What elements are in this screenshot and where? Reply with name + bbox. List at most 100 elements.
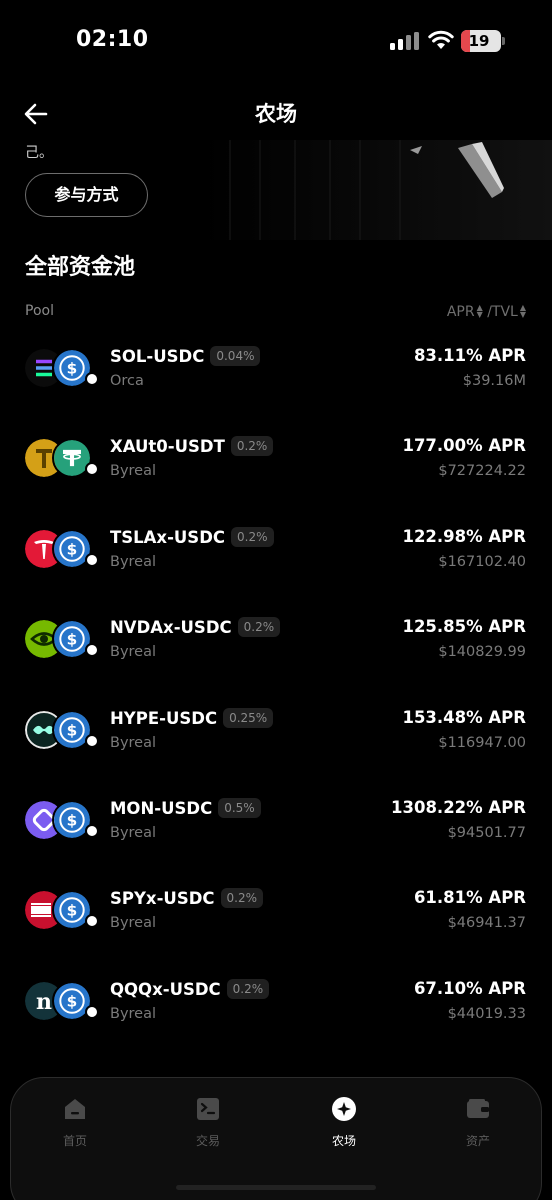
token-pair-icon: $ — [25, 528, 101, 572]
fee-badge: 0.2% — [237, 617, 281, 638]
page-title: 农场 — [255, 102, 297, 126]
nav-label: 农场 — [331, 1134, 356, 1148]
svg-text:$: $ — [67, 631, 78, 649]
pool-apr: 125.85% APR — [402, 617, 526, 637]
battery-icon: 19 — [461, 30, 501, 52]
source-badge — [85, 372, 99, 386]
svg-text:$: $ — [67, 811, 78, 829]
nav-item-assets[interactable]: 资产 — [428, 1096, 528, 1149]
pool-name: NVDAx-USDC 0.2% — [110, 617, 281, 638]
fee-badge: 0.2% — [220, 888, 264, 909]
source-badge — [85, 1004, 99, 1019]
fee-badge: 0.5% — [218, 797, 261, 818]
svg-text:$: $ — [67, 992, 78, 1010]
battery-level: 19 — [468, 32, 490, 50]
pool-row[interactable]: $ HYPE-USDC 0.25% Byreal 153.48% APR $116… — [0, 692, 552, 782]
pool-row[interactable]: XAUt0-USDT 0.2% Byreal 177.00% APR $72722… — [0, 420, 552, 510]
pool-name: SPYx-USDC 0.2% — [110, 888, 264, 909]
svg-text:$: $ — [67, 359, 78, 377]
pool-apr: 122.98% APR — [402, 526, 526, 546]
source-badge — [85, 462, 99, 477]
pool-name: HYPE-USDC 0.25% — [110, 707, 274, 728]
svg-text:$: $ — [67, 540, 78, 558]
sort-arrows-icon: ▲ ▼ — [519, 303, 526, 319]
pool-tvl: $39.16M — [462, 373, 526, 389]
section-title: 全部资金池 — [25, 255, 136, 280]
token-pair-icon: $ — [25, 618, 101, 662]
pool-tvl: $116947.00 — [438, 734, 526, 751]
token-pair-icon: $ — [25, 889, 101, 933]
nav-item-farm[interactable]: 农场 — [294, 1096, 394, 1149]
source-badge — [85, 643, 99, 658]
bottom-nav: 首页 交易 农场 资产 — [10, 1077, 542, 1200]
pool-apr: 67.10% APR — [413, 978, 526, 998]
token-pair-icon: $ — [25, 709, 101, 753]
pool-source: Byreal — [110, 1005, 157, 1022]
pool-source: Orca — [110, 373, 144, 389]
fee-badge: 0.2% — [230, 436, 274, 457]
pool-name: SOL-USDC 0.04% — [110, 346, 261, 366]
home-icon — [65, 1099, 85, 1119]
trade-icon — [197, 1098, 219, 1120]
pool-apr: 83.11% APR — [413, 346, 526, 365]
fee-badge: 0.04% — [210, 346, 261, 366]
pool-tvl: $140829.99 — [438, 644, 526, 661]
source-badge — [85, 914, 99, 929]
pool-tvl: $44019.33 — [447, 1005, 526, 1022]
pool-tvl: $167102.40 — [438, 553, 526, 570]
pool-name: TSLAx-USDC 0.2% — [110, 526, 274, 547]
nav-item-trade[interactable]: 交易 — [158, 1096, 258, 1149]
wallet-icon — [467, 1099, 489, 1118]
pool-row[interactable]: $ SPYx-USDC 0.2% Byreal 61.81% APR $46941… — [0, 872, 552, 962]
source-badge — [85, 733, 99, 748]
home-indicator — [176, 1185, 376, 1190]
source-badge — [85, 823, 99, 838]
banner-illustration — [200, 140, 552, 240]
pool-tvl: $94501.77 — [447, 824, 526, 841]
pool-tvl: $727224.22 — [438, 463, 526, 480]
pool-source: Byreal — [110, 463, 157, 480]
svg-text:$: $ — [67, 902, 78, 920]
pool-name: QQQx-USDC 0.2% — [110, 978, 270, 999]
source-badge — [85, 552, 99, 567]
pool-name: MON-USDC 0.5% — [110, 797, 261, 818]
column-header-pool: Pool — [25, 303, 54, 319]
cellular-signal-icon — [390, 32, 422, 50]
pool-row[interactable]: $ SOL-USDC 0.04% Orca 83.11% APR $39.16M — [0, 330, 552, 420]
pool-source: Byreal — [110, 553, 157, 570]
svg-text:n: n — [36, 989, 52, 1015]
token-pair-icon: n $ — [25, 980, 101, 1024]
farm-icon — [332, 1097, 356, 1121]
svg-text:$: $ — [67, 721, 78, 739]
token-pair-icon: $ — [25, 799, 101, 843]
nav-label: 资产 — [465, 1134, 490, 1148]
pool-source: Byreal — [110, 734, 157, 751]
status-bar: 02:10 19 — [0, 0, 552, 82]
nav-label: 交易 — [195, 1134, 220, 1148]
token-pair-icon: $ — [25, 347, 101, 391]
fee-badge: 0.25% — [223, 707, 274, 728]
pool-source: Byreal — [110, 824, 157, 841]
pool-apr: 153.48% APR — [402, 707, 526, 727]
wifi-icon — [428, 30, 454, 49]
pool-source: Byreal — [110, 644, 157, 661]
token-pair-icon — [25, 437, 101, 481]
sort-tvl[interactable]: /TVL — [487, 304, 518, 320]
sort-controls[interactable]: APR ▲ ▼ /TVL ▲ ▼ — [447, 303, 526, 321]
pool-source: Byreal — [110, 915, 157, 932]
banner-text: 己。 — [25, 145, 53, 161]
pool-list: $ SOL-USDC 0.04% Orca 83.11% APR $39.16M … — [0, 330, 552, 1053]
status-time: 02:10 — [76, 27, 149, 52]
sort-arrows-icon: ▲ ▼ — [476, 303, 483, 319]
fee-badge: 0.2% — [226, 978, 270, 999]
pool-row[interactable]: $ MON-USDC 0.5% Byreal 1308.22% APR $9450… — [0, 782, 552, 872]
pool-apr: 61.81% APR — [413, 888, 526, 908]
fee-badge: 0.2% — [231, 526, 274, 547]
pool-row[interactable]: $ TSLAx-USDC 0.2% Byreal 122.98% APR $167… — [0, 511, 552, 601]
pool-row[interactable]: $ NVDAx-USDC 0.2% Byreal 125.85% APR $140… — [0, 601, 552, 691]
pool-name: XAUt0-USDT 0.2% — [110, 436, 274, 457]
pool-row[interactable]: n $ QQQx-USDC 0.2% Byreal 67.10% APR $440… — [0, 963, 552, 1053]
participate-button[interactable]: 参与方式 — [25, 173, 148, 217]
nav-item-home[interactable]: 首页 — [25, 1096, 125, 1149]
sort-apr[interactable]: APR — [447, 304, 475, 320]
